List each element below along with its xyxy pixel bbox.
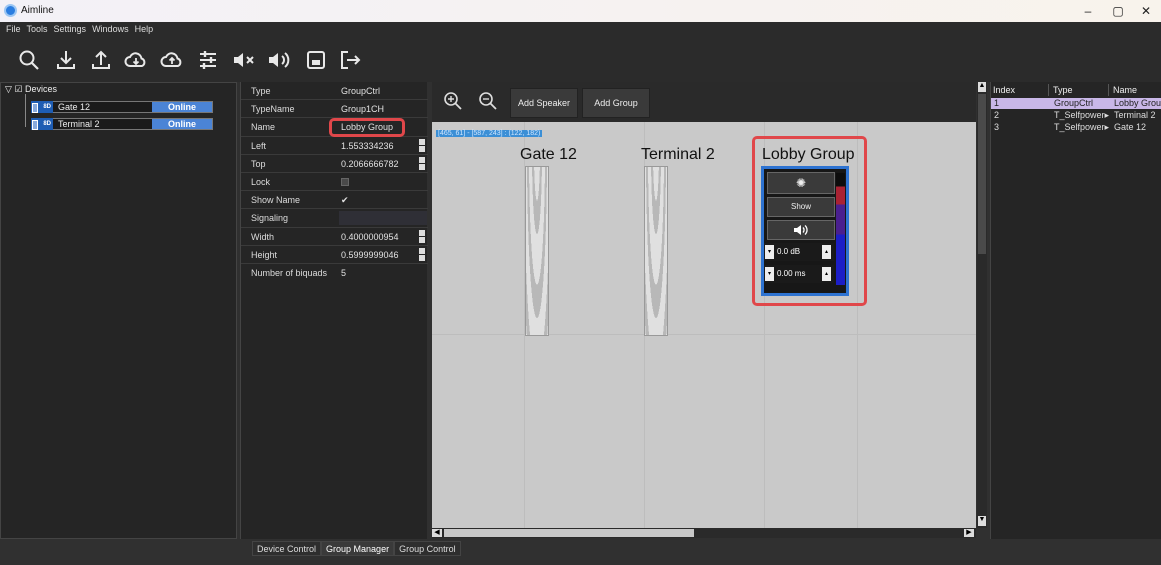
property-row-show-name[interactable]: Show Name ✔	[241, 191, 428, 210]
status-badge: Online	[152, 119, 212, 129]
download-icon[interactable]	[53, 48, 79, 72]
canvas-toolbar: Add Speaker Add Group	[432, 82, 976, 122]
properties-panel: Type GroupCtrl TypeName Group1CH Name Lobby…	[240, 82, 428, 539]
table-row[interactable]: 1 GroupCtrl Lobby Group	[991, 98, 1161, 109]
signaling-field[interactable]	[339, 211, 427, 226]
lock-checkbox[interactable]	[341, 178, 349, 186]
layout-canvas[interactable]: [465, 61] - [587, 243] : (122, 182) Gate…	[432, 122, 976, 528]
property-row-width[interactable]: Width 0.4000000954	[241, 228, 428, 246]
add-group-button[interactable]: Add Group	[582, 88, 650, 118]
menu-tools[interactable]: Tools	[27, 22, 48, 36]
bottom-tabs: Device Control Group Manager Group Contr…	[252, 541, 461, 556]
height-spinner[interactable]	[419, 247, 425, 262]
property-row-height[interactable]: Height 0.5999999046	[241, 246, 428, 264]
property-row-top[interactable]: Top 0.2066666782	[241, 155, 428, 173]
column-header-index[interactable]: Index	[991, 84, 1049, 96]
speaker-column-gate-12[interactable]	[525, 166, 549, 336]
devices-tree-root[interactable]: ▽ ☑ Devices	[5, 84, 57, 95]
objects-table: Index Type Name 1 GroupCtrl Lobby Group …	[990, 82, 1161, 539]
horizontal-scroll-thumb[interactable]	[444, 529, 694, 537]
devices-root-label: Devices	[25, 84, 58, 94]
height-value-field[interactable]: 0.5999999046	[341, 250, 399, 260]
minimize-button[interactable]: –	[1073, 2, 1103, 20]
tab-group-manager[interactable]: Group Manager	[321, 541, 395, 556]
add-speaker-button[interactable]: Add Speaker	[510, 88, 578, 118]
coordinates-readout: [465, 61] - [587, 243] : (122, 182)	[436, 130, 543, 137]
cloud-upload-icon[interactable]	[159, 48, 185, 72]
menu-file[interactable]: File	[6, 22, 21, 36]
sliders-icon[interactable]	[195, 48, 221, 72]
top-value-field[interactable]: 0.2066666782	[341, 159, 399, 169]
show-name-checkbox[interactable]: ✔	[341, 195, 349, 206]
property-row-lock[interactable]: Lock	[241, 173, 428, 192]
device-name: Terminal 2	[58, 119, 100, 129]
scroll-right-arrow[interactable]: ▶	[964, 529, 974, 537]
exit-icon[interactable]	[337, 48, 363, 72]
property-row-signaling[interactable]: Signaling	[241, 209, 428, 228]
device-row-gate-12[interactable]: 8D Gate 12 Online	[31, 101, 213, 113]
search-icon[interactable]	[16, 48, 42, 72]
zoom-out-icon[interactable]	[477, 90, 499, 112]
device-type-badge: 8D	[31, 101, 53, 113]
table-row[interactable]: 2 T_Selfpower▸ Terminal 2	[991, 110, 1161, 121]
property-row-left[interactable]: Left 1.553334236	[241, 137, 428, 155]
property-row-typename: TypeName Group1CH	[241, 100, 428, 119]
group-highlight-box	[752, 136, 867, 306]
speaker-column-terminal-2[interactable]	[644, 166, 668, 336]
app-logo-icon	[4, 4, 17, 17]
property-row-type: Type GroupCtrl	[241, 82, 428, 101]
left-spinner[interactable]	[419, 138, 425, 153]
tab-group-control[interactable]: Group Control	[394, 541, 461, 556]
column-header-name[interactable]: Name	[1111, 84, 1161, 96]
upload-icon[interactable]	[88, 48, 114, 72]
property-row-biquads: Number of biquads 5	[251, 268, 347, 278]
speaker-label-gate-12: Gate 12	[520, 146, 577, 163]
vertical-scrollbar[interactable]: ▲ ▼	[977, 82, 987, 528]
close-button[interactable]: ✕	[1131, 2, 1161, 20]
speaker-icon[interactable]	[266, 48, 292, 72]
menu-help[interactable]: Help	[135, 22, 154, 36]
device-row-terminal-2[interactable]: 8D Terminal 2 Online	[31, 118, 213, 130]
devices-panel: ▽ ☑ Devices 8D Gate 12 Online 8D Termina…	[0, 82, 237, 539]
tree-line	[25, 94, 26, 127]
menu-windows[interactable]: Windows	[92, 22, 129, 36]
width-value-field[interactable]: 0.4000000954	[341, 232, 399, 242]
title-bar: Aimline – ▢ ✕	[0, 0, 1161, 22]
left-value-field[interactable]: 1.553334236	[341, 141, 394, 151]
tab-device-control[interactable]: Device Control	[252, 541, 322, 556]
name-highlight-box	[329, 118, 405, 137]
mute-icon[interactable]	[231, 48, 257, 72]
save-icon[interactable]	[303, 48, 329, 72]
scroll-left-arrow[interactable]: ◀	[432, 529, 442, 537]
scroll-up-arrow[interactable]: ▲	[978, 82, 986, 92]
status-badge: Online	[152, 102, 212, 112]
check-icon[interactable]: ☑	[14, 84, 22, 94]
device-type-badge: 8D	[31, 118, 53, 130]
menu-settings[interactable]: Settings	[54, 22, 87, 36]
device-name: Gate 12	[58, 102, 91, 112]
top-spinner[interactable]	[419, 156, 425, 171]
speaker-label-terminal-2: Terminal 2	[641, 146, 715, 163]
app-title: Aimline	[21, 5, 54, 16]
vertical-scroll-thumb[interactable]	[978, 94, 986, 254]
cloud-download-icon[interactable]	[123, 48, 149, 72]
expand-icon[interactable]: ▽	[5, 84, 12, 94]
scroll-down-arrow[interactable]: ▼	[978, 516, 986, 526]
width-spinner[interactable]	[419, 229, 425, 244]
grid-line	[432, 334, 976, 335]
zoom-in-icon[interactable]	[442, 90, 464, 112]
maximize-button[interactable]: ▢	[1103, 2, 1133, 20]
toolbar	[0, 36, 1161, 82]
column-header-type[interactable]: Type	[1051, 84, 1109, 96]
table-row[interactable]: 3 T_Selfpower▸ Gate 12	[991, 122, 1161, 133]
horizontal-scrollbar[interactable]: ◀ ▶	[432, 528, 976, 538]
menu-bar: File Tools Settings Windows Help	[0, 22, 1161, 36]
